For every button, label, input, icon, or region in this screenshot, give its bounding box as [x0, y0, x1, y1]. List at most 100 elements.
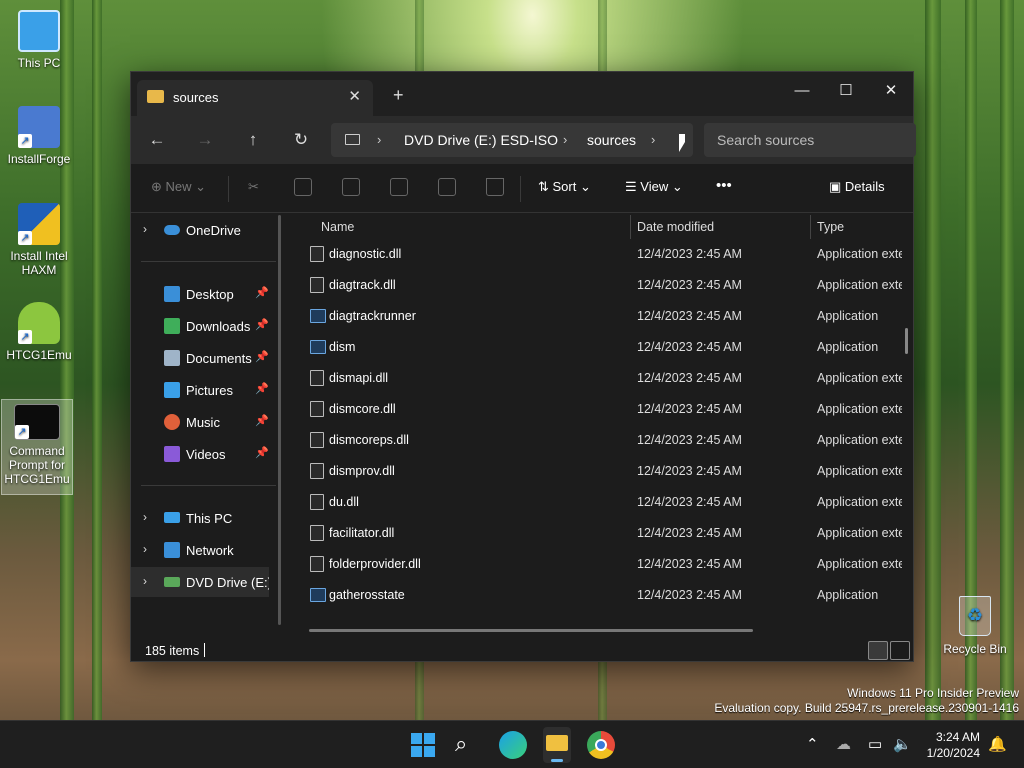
- paste-icon[interactable]: [342, 178, 360, 196]
- nav-item-dvd-drive[interactable]: › DVD Drive (E:) ESD-ISO: [131, 567, 269, 597]
- shortcut-arrow-icon: ↗: [18, 231, 32, 245]
- breadcrumb-dvd-drive[interactable]: DVD Drive (E:) ESD-ISO: [404, 132, 558, 148]
- dll-file-icon: [310, 401, 324, 417]
- sort-up-icon: ⌃: [473, 213, 482, 220]
- minimize-button[interactable]: —: [779, 77, 825, 105]
- column-date-modified[interactable]: Date modified: [637, 220, 714, 234]
- column-type[interactable]: Type: [817, 220, 844, 234]
- search-icon[interactable]: ⌕: [455, 731, 483, 759]
- dll-file-icon: [310, 246, 324, 262]
- file-row[interactable]: dismapi.dll 12/4/2023 2:45 AM Application …: [291, 363, 915, 394]
- search-input[interactable]: Search sources: [704, 123, 916, 157]
- details-button[interactable]: ▣ Details: [829, 179, 885, 195]
- file-row[interactable]: gatherosstate 12/4/2023 2:45 AM Applicatio…: [291, 580, 915, 611]
- dll-file-icon: [310, 556, 324, 572]
- nav-item-documents[interactable]: Documents 📌: [131, 343, 281, 373]
- onedrive-icon[interactable]: ☁: [836, 735, 851, 753]
- chevron-up-icon[interactable]: ⌃: [806, 735, 819, 753]
- horizontal-scrollbar-thumb[interactable]: [309, 629, 753, 632]
- file-explorer-taskbar-button[interactable]: [543, 727, 571, 763]
- recycle-bin-icon: ♻: [959, 596, 991, 636]
- details-view-icon[interactable]: [868, 641, 888, 660]
- file-type: Application: [817, 340, 879, 354]
- desktop-icon-install-haxm[interactable]: ↗ Install Intel HAXM: [3, 203, 75, 277]
- up-button[interactable]: ↑: [241, 128, 265, 152]
- close-tab-icon[interactable]: ✕: [348, 87, 361, 105]
- rename-icon[interactable]: [390, 178, 408, 196]
- view-label: View: [640, 179, 669, 194]
- pin-icon: 📌: [255, 415, 269, 427]
- column-name[interactable]: Name: [321, 220, 354, 234]
- haxm-icon: ↗: [18, 203, 60, 245]
- maximize-button[interactable]: ☐: [823, 77, 869, 105]
- new-label: New: [165, 179, 192, 194]
- desktop-icon-htcg1emu[interactable]: ↗ HTCG1Emu: [3, 302, 75, 362]
- close-window-button[interactable]: ✕: [868, 77, 914, 105]
- file-row[interactable]: folderprovider.dll 12/4/2023 2:45 AM Appli…: [291, 549, 915, 580]
- nav-item-onedrive[interactable]: › OneDrive: [131, 215, 281, 245]
- file-name: dismcoreps.dll: [329, 433, 409, 447]
- file-type: Application extension: [817, 557, 902, 571]
- file-row[interactable]: dismprov.dll 12/4/2023 2:45 AM Application…: [291, 456, 915, 487]
- file-row[interactable]: dism 12/4/2023 2:45 AM Application: [291, 332, 915, 363]
- command-bar: ⊕ New ⌄ ✂ ⇅ Sort ⌄ ☰ View ⌄ ••• ▣ Detail…: [131, 164, 913, 213]
- file-row[interactable]: dismcore.dll 12/4/2023 2:45 AM Application…: [291, 394, 915, 425]
- dll-file-icon: [310, 277, 324, 293]
- copy-icon[interactable]: [294, 178, 312, 196]
- start-button[interactable]: [411, 733, 435, 757]
- share-icon[interactable]: [438, 178, 456, 196]
- notification-bell-icon[interactable]: 🔔: [988, 735, 1007, 753]
- tab-sources[interactable]: sources ✕: [137, 80, 373, 116]
- partial-row: [291, 613, 915, 625]
- chrome-icon[interactable]: [587, 731, 615, 759]
- nav-item-downloads[interactable]: Downloads 📌: [131, 311, 281, 341]
- file-type: Application extension: [817, 526, 902, 540]
- bamboo-stalk: [92, 0, 102, 720]
- desktop-icon-installforge[interactable]: ↗ InstallForge: [3, 106, 75, 166]
- file-name: dism: [329, 340, 356, 354]
- forward-button[interactable]: →: [193, 128, 217, 152]
- file-name: diagnostic.dll: [329, 247, 402, 261]
- nav-item-desktop[interactable]: Desktop 📌: [131, 279, 281, 309]
- breadcrumb-sources[interactable]: sources: [587, 132, 636, 148]
- nav-scrollbar[interactable]: [278, 215, 281, 625]
- edge-preview-icon[interactable]: [499, 731, 527, 759]
- delete-icon[interactable]: [486, 178, 504, 196]
- view-button[interactable]: ☰ View ⌄: [625, 179, 683, 195]
- clock[interactable]: 3:24 AM 1/20/2024: [927, 729, 980, 761]
- network-icon[interactable]: ▭: [868, 735, 882, 753]
- nav-item-network[interactable]: › Network: [131, 535, 281, 565]
- back-button[interactable]: ←: [145, 128, 169, 152]
- large-icons-view-icon[interactable]: [890, 641, 910, 660]
- nav-item-this-pc[interactable]: › This PC: [131, 503, 281, 533]
- clock-date: 1/20/2024: [926, 746, 980, 760]
- windows-logo-tile: [411, 733, 422, 744]
- file-row[interactable]: diagtrack.dll 12/4/2023 2:45 AM Applicatio…: [291, 270, 915, 301]
- desktop-icon-recycle-bin[interactable]: ♻ Recycle Bin: [940, 596, 1010, 656]
- file-row[interactable]: dismcoreps.dll 12/4/2023 2:45 AM Applicati…: [291, 425, 915, 456]
- file-row[interactable]: diagtrackrunner 12/4/2023 2:45 AM Applicat…: [291, 301, 915, 332]
- more-options-button[interactable]: •••: [716, 177, 732, 194]
- vertical-scrollbar-thumb[interactable]: [905, 328, 908, 354]
- dll-file-icon: [310, 525, 324, 541]
- file-row[interactable]: facilitator.dll 12/4/2023 2:45 AM Applicat…: [291, 518, 915, 549]
- nav-item-music[interactable]: Music 📌: [131, 407, 281, 437]
- chevron-right-icon[interactable]: ›: [651, 132, 655, 147]
- column-divider: [630, 215, 631, 239]
- breadcrumb[interactable]: › DVD Drive (E:) ESD-ISO › sources ›: [331, 123, 693, 157]
- volume-muted-icon[interactable]: 🔈: [893, 735, 912, 753]
- file-row[interactable]: diagnostic.dll 12/4/2023 2:45 AM Applicati…: [291, 239, 915, 270]
- document-icon: [164, 350, 180, 366]
- file-row[interactable]: du.dll 12/4/2023 2:45 AM Application exten…: [291, 487, 915, 518]
- desktop-icon-command-prompt[interactable]: ↗ Command Prompt for HTCG1Emu: [1, 399, 73, 495]
- folder-icon: [147, 90, 164, 103]
- nav-item-pictures[interactable]: Pictures 📌: [131, 375, 281, 405]
- new-tab-button[interactable]: +: [393, 85, 404, 106]
- refresh-button[interactable]: ↻: [289, 128, 313, 152]
- nav-item-videos[interactable]: Videos 📌: [131, 439, 281, 469]
- cut-icon[interactable]: ✂: [248, 179, 259, 195]
- desktop-icon-this-pc[interactable]: This PC: [3, 10, 75, 70]
- new-button[interactable]: ⊕ New ⌄: [151, 179, 206, 195]
- file-list: ⌃ Name Date modified Type diagnostic.dll…: [291, 213, 915, 625]
- sort-button[interactable]: ⇅ Sort ⌄: [538, 179, 591, 195]
